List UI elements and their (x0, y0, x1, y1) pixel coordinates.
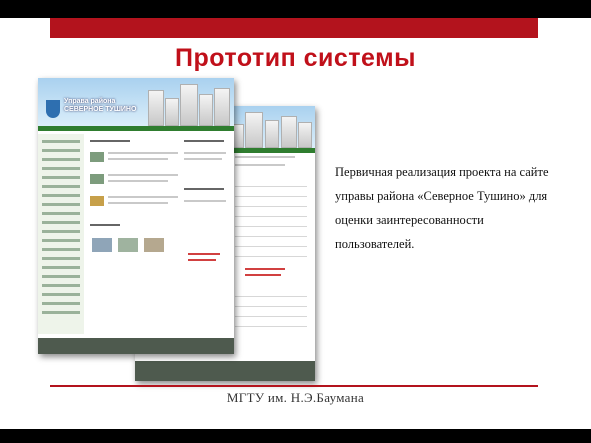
slide-footer: МГТУ им. Н.Э.Баумана (226, 390, 365, 405)
sidebar-menu (38, 134, 84, 334)
slide-description: Первичная реализация проекта на сайте уп… (335, 165, 549, 251)
district-emblem-icon (46, 100, 60, 118)
header-red-bar (50, 18, 538, 38)
footer-divider (50, 385, 538, 387)
site-footer (135, 361, 315, 381)
bottom-black-bar (0, 429, 591, 443)
site-title: Управа района СЕВЕРНОЕ ТУШИНО (64, 98, 137, 113)
nav-bar (38, 126, 234, 131)
prototype-screenshot-main: Управа района СЕВЕРНОЕ ТУШИНО (38, 78, 234, 354)
slide-title: Прототип системы (175, 44, 416, 72)
site-footer (38, 338, 234, 354)
top-black-bar (0, 0, 591, 18)
